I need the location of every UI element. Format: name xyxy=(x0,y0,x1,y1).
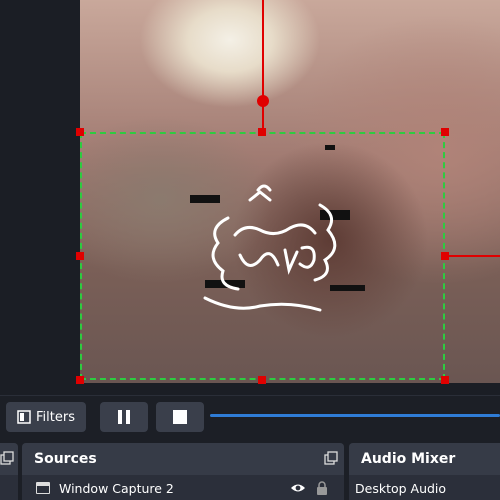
audio-mixer-title: Audio Mixer xyxy=(361,451,456,467)
horizontal-guide-line xyxy=(446,255,500,257)
rotation-handle[interactable] xyxy=(257,95,269,107)
media-progress-bar[interactable] xyxy=(210,414,500,417)
filters-icon xyxy=(17,410,31,424)
sources-dock: Sources Window Capture 2 xyxy=(22,443,344,500)
resize-handle-top-right[interactable] xyxy=(441,128,449,136)
scenes-dock xyxy=(0,443,18,500)
resize-handle-bottom-right[interactable] xyxy=(441,376,449,384)
pause-icon xyxy=(118,410,130,424)
stop-button[interactable] xyxy=(156,402,204,432)
eye-icon[interactable] xyxy=(290,482,306,494)
source-label: Window Capture 2 xyxy=(59,480,174,496)
sources-title: Sources xyxy=(34,451,97,467)
resize-handle-left[interactable] xyxy=(76,252,84,260)
pause-button[interactable] xyxy=(100,402,148,432)
resize-handle-bottom[interactable] xyxy=(258,376,266,384)
selection-bounding-box[interactable] xyxy=(80,132,445,380)
vertical-guide-line xyxy=(262,0,264,133)
resize-handle-top[interactable] xyxy=(258,128,266,136)
filters-label: Filters xyxy=(36,409,75,425)
undock-icon[interactable] xyxy=(0,451,14,465)
resize-handle-bottom-left[interactable] xyxy=(76,376,84,384)
stop-icon xyxy=(173,410,187,424)
audio-channel-label: Desktop Audio xyxy=(355,480,447,496)
window-icon xyxy=(36,482,50,494)
scenes-dock-header xyxy=(0,443,18,475)
preview-margin xyxy=(0,0,78,395)
audio-mixer-dock: Audio Mixer Desktop Audio xyxy=(349,443,500,500)
filters-button[interactable]: Filters xyxy=(6,402,86,432)
resize-handle-top-left[interactable] xyxy=(76,128,84,136)
dock-area: Sources Window Capture 2 Audio Mixer Des… xyxy=(0,437,500,500)
undock-icon[interactable] xyxy=(324,451,338,465)
audio-channel: Desktop Audio xyxy=(349,476,500,500)
source-item[interactable]: Window Capture 2 xyxy=(22,476,344,500)
lock-icon[interactable] xyxy=(316,481,328,495)
resize-handle-right[interactable] xyxy=(441,252,449,260)
preview-area[interactable] xyxy=(0,0,500,395)
sources-dock-header: Sources xyxy=(22,443,344,475)
audio-mixer-dock-header: Audio Mixer xyxy=(349,443,500,475)
